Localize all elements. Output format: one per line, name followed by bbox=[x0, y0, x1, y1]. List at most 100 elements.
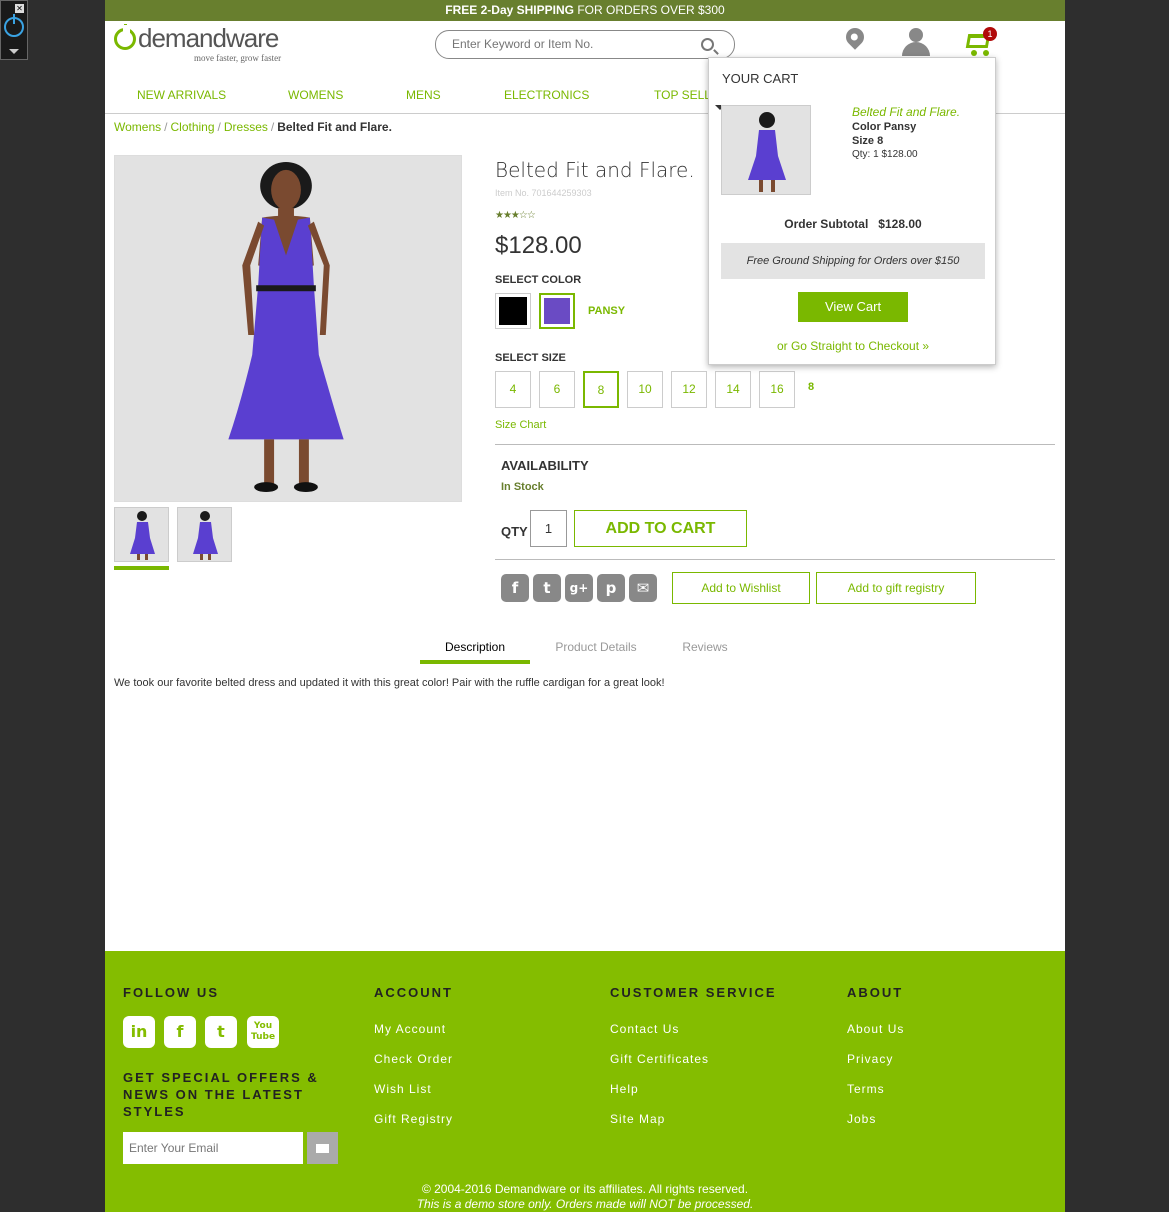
email-input[interactable]: Enter Your Email bbox=[123, 1132, 303, 1164]
size-option-8[interactable]: 8 bbox=[583, 371, 619, 408]
select-size-label: SELECT SIZE bbox=[495, 352, 566, 364]
size-option-14[interactable]: 14 bbox=[715, 371, 751, 408]
copyright: © 2004-2016 Demandware or its affiliates… bbox=[105, 1182, 1065, 1212]
qty-input[interactable]: 1 bbox=[530, 510, 567, 547]
mini-cart-item-qty: Qty: 1 $128.00 bbox=[852, 149, 918, 160]
tab-product-details[interactable]: Product Details bbox=[541, 640, 651, 654]
product-photo bbox=[115, 156, 461, 501]
nav-womens[interactable]: WOMENS bbox=[288, 88, 343, 102]
nav-electronics[interactable]: ELECTRONICS bbox=[504, 88, 589, 102]
tab-description[interactable]: Description bbox=[420, 640, 530, 654]
shipping-note: Free Ground Shipping for Orders over $15… bbox=[721, 243, 985, 279]
follow-us-heading: FOLLOW US bbox=[123, 985, 219, 1000]
brand-tagline: move faster, grow faster bbox=[194, 53, 282, 63]
color-swatch-black[interactable] bbox=[495, 293, 531, 329]
add-to-gift-registry-button[interactable]: Add to gift registry bbox=[816, 572, 976, 604]
product-title: Belted Fit and Flare. bbox=[495, 158, 695, 182]
footer-link-about-us[interactable]: About Us bbox=[847, 1022, 904, 1036]
breadcrumb-clothing[interactable]: Clothing bbox=[170, 120, 214, 134]
footer: FOLLOW US in f t You Tube GET SPECIAL OF… bbox=[105, 951, 1065, 1212]
nav-top-sellers[interactable]: TOP SELL bbox=[654, 88, 711, 102]
brand-name: demandware bbox=[138, 23, 279, 53]
color-swatch-pansy[interactable] bbox=[539, 293, 575, 329]
footer-link-site-map[interactable]: Site Map bbox=[610, 1112, 665, 1126]
banner-text: FOR ORDERS OVER $300 bbox=[573, 3, 725, 17]
footer-link-jobs[interactable]: Jobs bbox=[847, 1112, 876, 1126]
youtube-icon[interactable]: You Tube bbox=[247, 1016, 279, 1048]
offers-heading: GET SPECIAL OFFERS & NEWS ON THE LATEST … bbox=[123, 1070, 319, 1119]
linkedin-icon[interactable]: in bbox=[123, 1016, 155, 1048]
cart-icon[interactable]: 1 bbox=[963, 27, 997, 58]
mini-cart-item-color: Color Pansy bbox=[852, 121, 917, 133]
search-input[interactable] bbox=[452, 37, 692, 51]
envelope-icon bbox=[316, 1144, 329, 1153]
chevron-down-icon[interactable] bbox=[9, 49, 19, 54]
size-option-16[interactable]: 16 bbox=[759, 371, 795, 408]
availability-label: AVAILABILITY bbox=[501, 458, 589, 473]
logo[interactable]: demandware move faster, grow faster bbox=[114, 23, 314, 66]
pinterest-share-icon[interactable]: p bbox=[597, 574, 625, 602]
browser-extension-widget[interactable]: ✕ bbox=[0, 0, 28, 60]
twitter-icon[interactable]: t bbox=[205, 1016, 237, 1048]
breadcrumb-womens[interactable]: Womens bbox=[114, 120, 161, 134]
product-description: We took our favorite belted dress and up… bbox=[114, 677, 665, 689]
footer-link-terms[interactable]: Terms bbox=[847, 1082, 885, 1096]
divider bbox=[495, 559, 1055, 560]
size-option-6[interactable]: 6 bbox=[539, 371, 575, 408]
item-number: Item No. 701644259303 bbox=[495, 188, 592, 198]
footer-link-gift-certificates[interactable]: Gift Certificates bbox=[610, 1052, 709, 1066]
facebook-icon[interactable]: f bbox=[164, 1016, 196, 1048]
size-option-10[interactable]: 10 bbox=[627, 371, 663, 408]
select-color-label: SELECT COLOR bbox=[495, 274, 582, 286]
shipping-banner: FREE 2-Day SHIPPING FOR ORDERS OVER $300 bbox=[105, 0, 1065, 21]
footer-link-wish-list[interactable]: Wish List bbox=[374, 1082, 432, 1096]
mini-cart-item-image[interactable] bbox=[721, 105, 811, 195]
google-plus-share-icon[interactable]: g+ bbox=[565, 574, 593, 602]
add-to-wishlist-button[interactable]: Add to Wishlist bbox=[672, 572, 810, 604]
cart-count-badge: 1 bbox=[983, 27, 997, 41]
view-cart-button[interactable]: View Cart bbox=[798, 292, 908, 322]
availability-status: In Stock bbox=[501, 481, 544, 493]
thumbnail-selected-indicator bbox=[114, 566, 169, 570]
rating-stars[interactable]: ★★★☆☆ bbox=[495, 210, 536, 221]
size-chart-link[interactable]: Size Chart bbox=[495, 419, 546, 431]
footer-link-help[interactable]: Help bbox=[610, 1082, 639, 1096]
mini-cart-item-size: Size 8 bbox=[852, 135, 884, 147]
email-share-icon[interactable]: ✉ bbox=[629, 574, 657, 602]
product-price: $128.00 bbox=[495, 232, 582, 259]
add-to-cart-button[interactable]: ADD TO CART bbox=[574, 510, 747, 547]
tab-reviews[interactable]: Reviews bbox=[670, 640, 740, 654]
size-option-12[interactable]: 12 bbox=[671, 371, 707, 408]
mini-cart-item-name[interactable]: Belted Fit and Flare. bbox=[852, 105, 960, 119]
thumbnail-back[interactable] bbox=[177, 507, 232, 562]
search-box[interactable] bbox=[435, 30, 735, 59]
footer-link-check-order[interactable]: Check Order bbox=[374, 1052, 453, 1066]
product-main-image[interactable] bbox=[114, 155, 462, 502]
close-icon[interactable]: ✕ bbox=[15, 4, 24, 13]
nav-mens[interactable]: MENS bbox=[406, 88, 441, 102]
thumbnail-front[interactable] bbox=[114, 507, 169, 562]
footer-link-privacy[interactable]: Privacy bbox=[847, 1052, 893, 1066]
footer-link-my-account[interactable]: My Account bbox=[374, 1022, 446, 1036]
twitter-share-icon[interactable]: t bbox=[533, 574, 561, 602]
selected-color-name: PANSY bbox=[588, 305, 626, 317]
search-icon[interactable] bbox=[701, 38, 714, 51]
footer-link-contact-us[interactable]: Contact Us bbox=[610, 1022, 679, 1036]
breadcrumb: Womens / Clothing / Dresses / Belted Fit and F… bbox=[114, 120, 392, 134]
nav-new-arrivals[interactable]: NEW ARRIVALS bbox=[137, 88, 226, 102]
banner-bold: FREE 2-Day SHIPPING bbox=[445, 3, 574, 17]
mini-cart-popup: YOUR CART Belted Fit and Flare. Color Pa… bbox=[708, 57, 996, 365]
copyright-text: © 2004-2016 Demandware or its affiliates… bbox=[421, 1182, 749, 1196]
size-option-4[interactable]: 4 bbox=[495, 371, 531, 408]
store-locator-icon[interactable] bbox=[842, 24, 868, 50]
footer-link-gift-registry[interactable]: Gift Registry bbox=[374, 1112, 453, 1126]
qty-label: QTY bbox=[501, 524, 528, 539]
facebook-share-icon[interactable]: f bbox=[501, 574, 529, 602]
email-submit-button[interactable] bbox=[307, 1132, 338, 1164]
breadcrumb-dresses[interactable]: Dresses bbox=[224, 120, 268, 134]
account-icon[interactable] bbox=[902, 28, 930, 56]
checkout-link[interactable]: or Go Straight to Checkout » bbox=[709, 339, 997, 353]
power-icon[interactable] bbox=[4, 14, 24, 37]
power-logo-icon bbox=[114, 24, 136, 50]
divider bbox=[495, 444, 1055, 445]
